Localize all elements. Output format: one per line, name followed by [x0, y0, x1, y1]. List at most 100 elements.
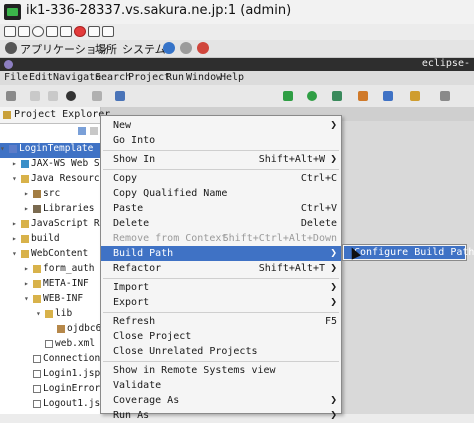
tree-item-logintemplate[interactable]: ▾ LoginTemplate: [0, 143, 100, 158]
run-external-icon[interactable]: [332, 91, 342, 101]
menu-item-copy[interactable]: Copy Ctrl+C: [101, 171, 341, 186]
menu-item-close-project[interactable]: Close Project: [101, 329, 341, 344]
menu-item-go-into[interactable]: Go Into: [101, 133, 341, 148]
help-launcher-icon[interactable]: [197, 42, 209, 54]
print-icon[interactable]: [92, 91, 102, 101]
expand-icon[interactable]: ▸: [12, 159, 19, 168]
expand-icon[interactable]: ▸: [24, 279, 31, 288]
tree-item-label: LoginError1.js: [43, 383, 100, 394]
tree-item-label: src: [43, 188, 61, 199]
menu-item-close-unrelated-projects[interactable]: Close Unrelated Projects: [101, 344, 341, 359]
expand-icon[interactable]: ▾: [12, 174, 19, 183]
tree-item-build[interactable]: ▸ build: [12, 233, 100, 248]
menu-item-new[interactable]: New ❯: [101, 118, 341, 133]
tree-item-libraries[interactable]: ▸ Libraries: [24, 203, 100, 218]
menu-search[interactable]: Search: [95, 72, 131, 83]
menu-file[interactable]: File: [4, 72, 28, 83]
link-with-editor-icon[interactable]: [90, 127, 98, 135]
places-menu[interactable]: 場所: [95, 41, 117, 57]
debug-icon[interactable]: [283, 91, 293, 101]
vnc-options-icon[interactable]: [4, 26, 16, 37]
expand-icon[interactable]: ▾: [12, 249, 19, 258]
tree-item-form-auth[interactable]: ▸ form_auth: [24, 263, 100, 278]
new-java-project-icon[interactable]: [358, 91, 368, 101]
run-icon[interactable]: [307, 91, 317, 101]
menu-item-copy-qualified-name[interactable]: Copy Qualified Name: [101, 186, 341, 201]
menu-item-refactor[interactable]: Refactor Shift+Alt+T ❯: [101, 261, 341, 276]
vnc-ctrl-alt-del-icon[interactable]: [46, 26, 58, 37]
vnc-zoom-out-icon[interactable]: [102, 26, 114, 37]
menu-item-run-as[interactable]: Run As ❯: [101, 408, 341, 423]
menu-item-coverage-as[interactable]: Coverage As ❯: [101, 393, 341, 408]
folder-icon: [33, 264, 41, 273]
system-menu[interactable]: システム: [122, 41, 166, 57]
tree-item-src[interactable]: ▸ src: [24, 188, 100, 203]
menu-item-build-path[interactable]: Build Path ❯: [101, 246, 341, 261]
menu-item-show-in-remote-systems[interactable]: Show in Remote Systems view: [101, 363, 341, 378]
tree-item-webcontent[interactable]: ▾ WebContent: [12, 248, 100, 263]
open-type-icon[interactable]: [410, 91, 420, 101]
menu-item-configure-build-path[interactable]: Configure Build Path...: [344, 246, 474, 259]
expand-icon[interactable]: ▾: [0, 144, 7, 153]
expand-icon[interactable]: ▸: [24, 189, 31, 198]
tree-item-meta-inf[interactable]: ▸ META-INF: [24, 278, 100, 293]
menu-run[interactable]: Run: [166, 72, 184, 83]
tree-item-label: JavaScript Resou: [31, 218, 100, 229]
tree-item-web-xml[interactable]: web.xml: [36, 338, 100, 353]
menu-item-refresh[interactable]: Refresh F5: [101, 314, 341, 329]
menu-help[interactable]: Help: [220, 72, 244, 83]
expand-icon[interactable]: ▸: [24, 204, 31, 213]
browser-launcher-icon[interactable]: [163, 42, 175, 54]
tree-item-web-inf[interactable]: ▾ WEB-INF: [24, 293, 100, 308]
expand-icon[interactable]: ▾: [36, 309, 43, 318]
tree-item-label: LoginTemplate: [19, 143, 94, 154]
save-all-icon[interactable]: [48, 91, 58, 101]
mail-launcher-icon[interactable]: [180, 42, 192, 54]
expand-icon[interactable]: ▸: [24, 264, 31, 273]
vnc-zoom-in-icon[interactable]: [88, 26, 100, 37]
submenu-arrow-icon: ❯: [330, 295, 337, 308]
tree-item-lib[interactable]: ▾ lib: [36, 308, 100, 323]
project-icon: [9, 144, 17, 153]
gnome-foot-icon[interactable]: [5, 42, 17, 54]
folder-icon: [21, 249, 29, 258]
expand-icon[interactable]: ▸: [12, 219, 19, 228]
skip-breakpoints-icon[interactable]: [115, 91, 125, 101]
tree-item-jaxws[interactable]: ▸ JAX-WS Web Servi: [12, 158, 100, 173]
vnc-refresh-icon[interactable]: [32, 26, 44, 37]
tab-project-explorer[interactable]: Project Explorer: [0, 107, 110, 124]
menu-item-paste[interactable]: Paste Ctrl+V: [101, 201, 341, 216]
folder-icon: [33, 294, 41, 303]
eclipse-icon: [4, 60, 13, 69]
menu-item-validate[interactable]: Validate: [101, 378, 341, 393]
menu-separator: [103, 361, 339, 362]
menu-project[interactable]: Project: [128, 72, 170, 83]
save-icon[interactable]: [30, 91, 40, 101]
vnc-fullscreen-icon[interactable]: [60, 26, 72, 37]
tree-item-javascript-resources[interactable]: ▸ JavaScript Resou: [12, 218, 100, 233]
tree-item-label: build: [31, 233, 60, 244]
vnc-disconnect-icon[interactable]: [74, 26, 86, 37]
tree-item-label: WEB-INF: [43, 293, 84, 304]
expand-icon[interactable]: ▾: [24, 294, 31, 303]
gear-icon[interactable]: [66, 91, 76, 101]
menu-window[interactable]: Window: [186, 72, 222, 83]
menu-item-delete[interactable]: Delete Delete: [101, 216, 341, 231]
menu-item-show-in[interactable]: Show In Shift+Alt+W ❯: [101, 152, 341, 167]
vnc-connection-info-icon[interactable]: [18, 26, 30, 37]
tree-item-connectionpool[interactable]: ConnectionPool: [24, 353, 100, 368]
new-icon[interactable]: [6, 91, 16, 101]
expand-icon[interactable]: ▸: [12, 234, 19, 243]
tree-item-ojdbc6[interactable]: ojdbc6.ja: [48, 323, 100, 338]
menu-item-export[interactable]: Export ❯: [101, 295, 341, 310]
menu-edit[interactable]: Edit: [29, 72, 53, 83]
search-icon[interactable]: [440, 91, 450, 101]
tree-item-java-resources[interactable]: ▾ Java Resources: [12, 173, 100, 188]
collapse-all-icon[interactable]: [78, 127, 86, 135]
menu-navigate[interactable]: Navigate: [53, 72, 101, 83]
new-class-icon[interactable]: [383, 91, 393, 101]
menu-item-import[interactable]: Import ❯: [101, 280, 341, 295]
tree-item-loginerror1[interactable]: LoginError1.js: [24, 383, 100, 398]
tree-item-logout1[interactable]: Logout1.jsp: [24, 398, 100, 413]
tree-item-login1[interactable]: Login1.jsp: [24, 368, 100, 383]
